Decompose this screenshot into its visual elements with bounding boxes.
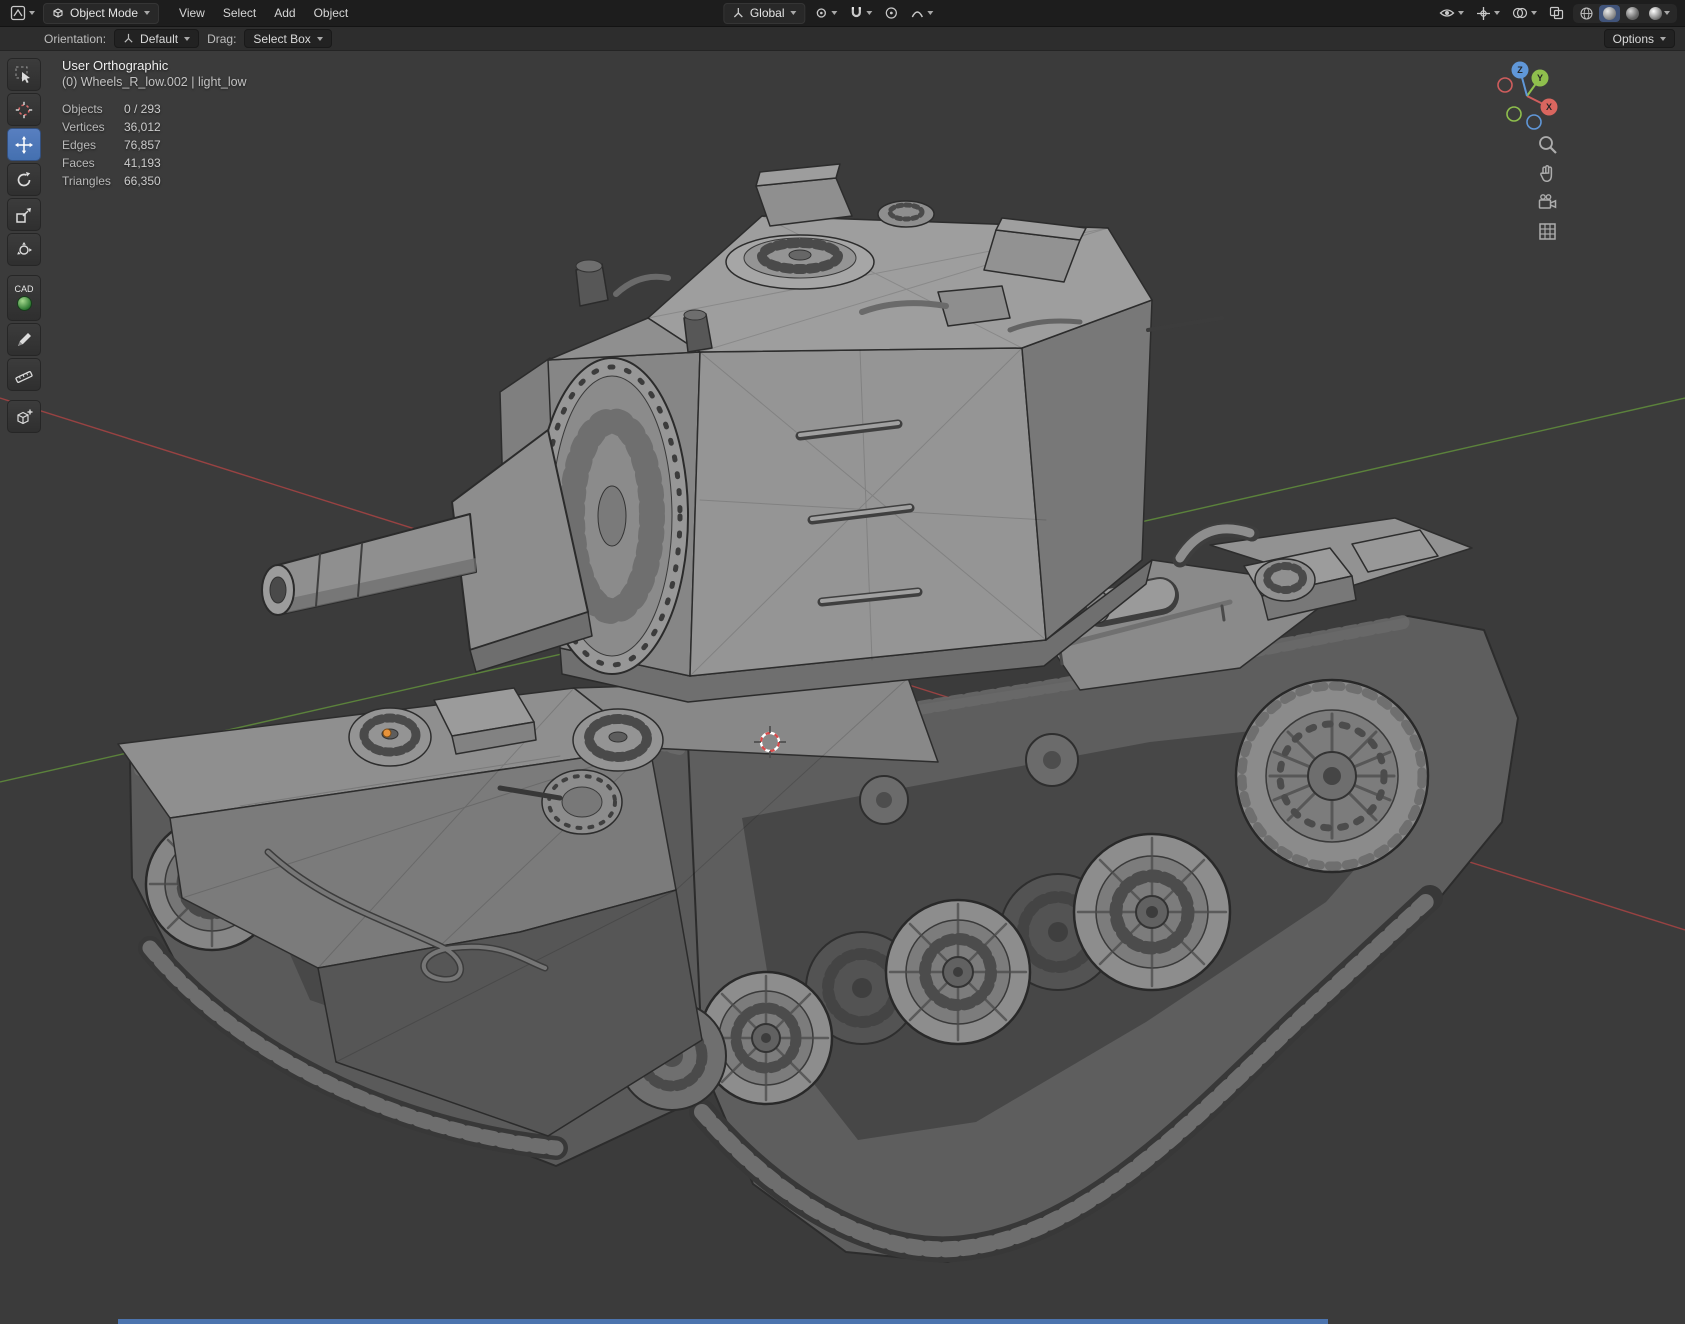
mode-label: Object Mode [70, 6, 139, 20]
zoom-icon[interactable] [1537, 134, 1558, 155]
proportional-circle-icon [885, 7, 898, 19]
overlays-toggle[interactable] [1509, 4, 1540, 22]
snap-toggle-button[interactable] [847, 4, 876, 22]
blender-window: Object Mode View Select Add Object Globa… [0, 0, 1685, 1324]
editor-type-button[interactable] [8, 3, 37, 23]
overlays-icon [1512, 7, 1528, 19]
object-visibility-dropdown[interactable] [1436, 4, 1467, 22]
projection-toggle-icon[interactable] [1537, 221, 1558, 242]
rotate-tool-icon [17, 171, 31, 186]
scale-tool-icon [16, 207, 31, 223]
options-dropdown[interactable]: Options [1603, 29, 1675, 48]
menu-object[interactable]: Object [306, 3, 357, 23]
drag-label: Drag: [207, 31, 237, 46]
shading-material-button[interactable] [1622, 5, 1643, 22]
gizmo-axis-z-neg[interactable] [1526, 114, 1542, 130]
object-origin-dot [382, 728, 392, 738]
cad-sphere-icon [16, 296, 32, 311]
shading-solid-button[interactable] [1599, 4, 1620, 22]
pan-hand-icon[interactable] [1537, 163, 1558, 184]
tool-move[interactable] [7, 128, 41, 161]
camera-view-icon[interactable] [1537, 192, 1558, 213]
xray-toggle[interactable] [1546, 4, 1567, 22]
gizmo-axis-x-neg[interactable] [1497, 77, 1513, 93]
proportional-editing-button[interactable] [882, 4, 902, 22]
pivot-icon [816, 8, 827, 18]
orientation-dropdown[interactable]: Default [114, 29, 200, 48]
transform-orientation-dropdown[interactable]: Global [722, 2, 806, 24]
solid-sphere-icon [1603, 6, 1616, 20]
cursor-tool-icon [15, 101, 33, 118]
svg-text:X: X [1546, 102, 1552, 112]
measure-ruler-icon [15, 370, 33, 383]
cad-tool-label: CAD [14, 284, 34, 294]
viewport-nav-icons [1537, 134, 1558, 242]
visibility-eye-icon [1439, 9, 1455, 17]
tool-cursor[interactable] [7, 93, 41, 126]
object-mode-icon [53, 8, 63, 18]
gizmos-icon [1477, 6, 1490, 20]
shading-wireframe-button[interactable] [1576, 5, 1597, 22]
tool-settings-bar: Orientation: Default Drag: Select Box Op… [0, 27, 1685, 51]
navigation-gizmo[interactable]: X Y Z [1485, 54, 1569, 143]
rendered-sphere-icon [1649, 6, 1662, 20]
wireframe-sphere-icon [1580, 6, 1593, 20]
gizmos-toggle[interactable] [1473, 4, 1503, 23]
menu-add[interactable]: Add [266, 3, 303, 23]
tool-annotate[interactable] [7, 323, 41, 356]
drag-dropdown[interactable]: Select Box [244, 29, 332, 48]
select-box-icon [15, 66, 30, 83]
menu-bar: View Select Add Object [171, 3, 356, 23]
tool-select-box[interactable] [7, 58, 41, 91]
magnet-icon [851, 7, 862, 18]
proportional-falloff-button[interactable] [908, 4, 937, 22]
svg-text:Z: Z [1517, 65, 1523, 75]
move-tool-icon [15, 135, 33, 154]
mode-dropdown[interactable]: Object Mode [43, 2, 160, 24]
orientation-mini-icon [124, 33, 133, 43]
tool-measure[interactable] [7, 358, 41, 391]
tool-scale[interactable] [7, 198, 41, 231]
pivot-point-button[interactable] [812, 4, 841, 22]
svg-text:Y: Y [1537, 73, 1543, 83]
shading-rendered-button[interactable] [1645, 5, 1674, 22]
viewport-3d[interactable] [0, 0, 1685, 1324]
menu-select[interactable]: Select [215, 3, 264, 23]
tool-rotate[interactable] [7, 163, 41, 196]
material-sphere-icon [1626, 6, 1639, 20]
orientation-label: Orientation: [44, 31, 107, 46]
tool-add-cube[interactable] [7, 400, 41, 433]
gizmo-axis-y-neg[interactable] [1506, 106, 1522, 122]
timeline-strip [118, 1319, 1328, 1324]
annotate-pencil-icon [18, 332, 31, 346]
viewport-shading-group [1573, 3, 1677, 23]
tool-cad-sketcher[interactable]: CAD [7, 275, 41, 321]
xray-icon [1549, 6, 1564, 20]
orientation-axes-icon [733, 8, 743, 18]
falloff-curve-icon [911, 11, 924, 18]
add-cube-icon [17, 409, 33, 424]
toolbar: CAD [7, 58, 41, 433]
transform-tool-icon [17, 241, 32, 255]
menu-view[interactable]: View [171, 3, 213, 23]
tool-transform[interactable] [7, 233, 41, 266]
viewport-header: Object Mode View Select Add Object Globa… [0, 0, 1685, 27]
